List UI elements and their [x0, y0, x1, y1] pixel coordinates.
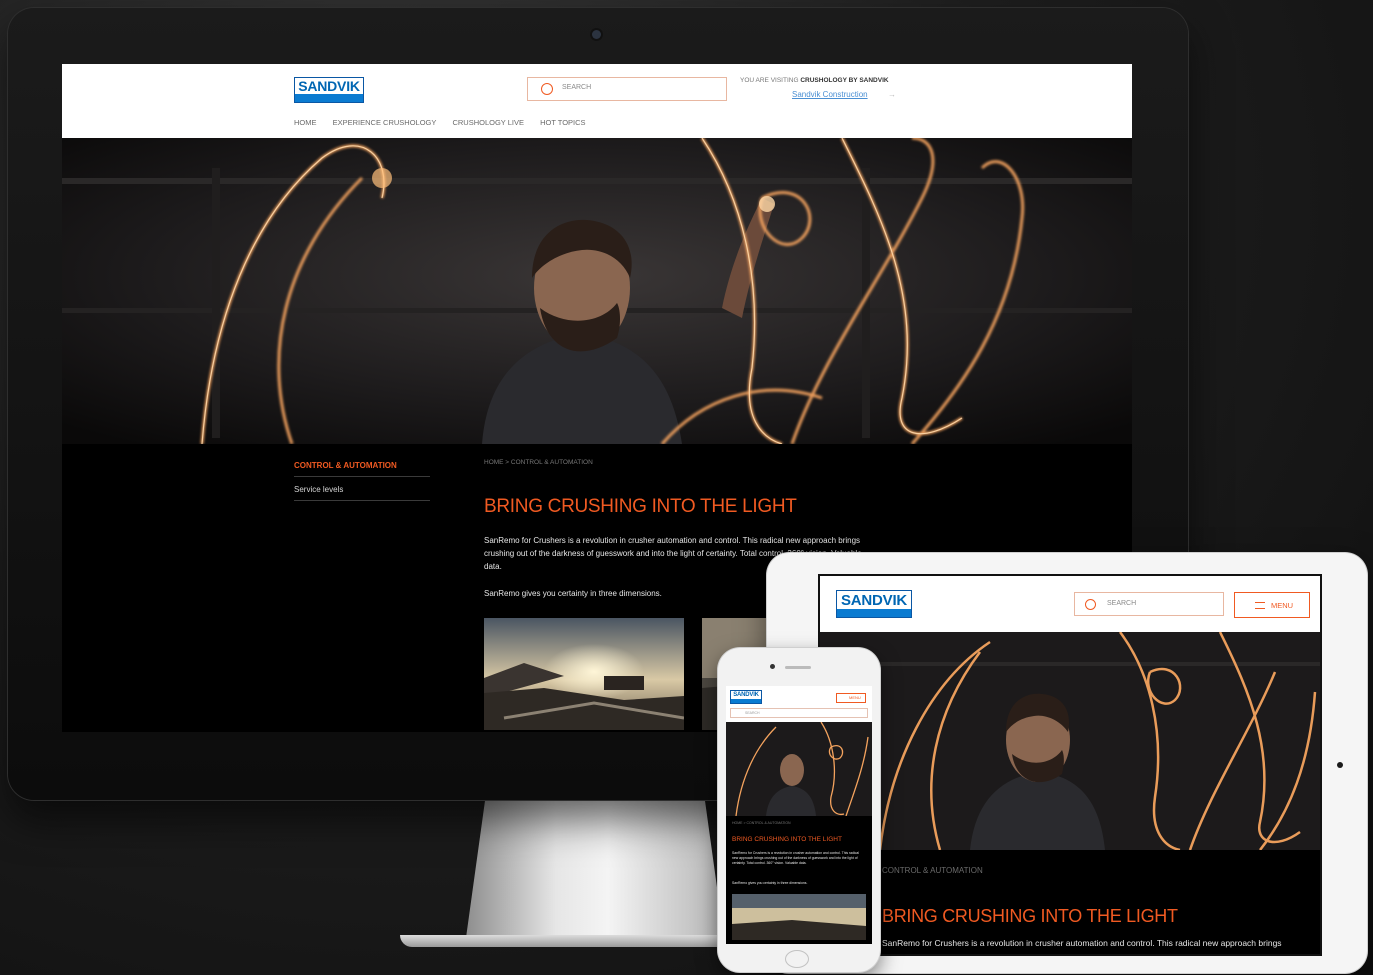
hero-light-painting: [62, 138, 1132, 444]
sandvik-logo[interactable]: SANDVIK: [730, 690, 762, 704]
logo-bar: [731, 699, 761, 703]
sandvik-logo[interactable]: SANDVIK: [294, 77, 364, 103]
camera-icon: [770, 664, 775, 669]
article-intro: SanRemo for Crushers is a revolution in …: [732, 851, 859, 865]
logo-bar: [295, 94, 363, 102]
sidebar-title[interactable]: CONTROL & AUTOMATION: [882, 866, 983, 875]
hero-light-painting: [726, 722, 872, 816]
search-icon: [1085, 599, 1096, 610]
sidebar-divider: [294, 500, 430, 501]
hero-image: [820, 632, 1320, 850]
search-input[interactable]: SEARCH: [730, 708, 868, 718]
sidebar-divider: [294, 476, 430, 477]
hero-image: [62, 138, 1132, 444]
menu-label: MENU: [1271, 601, 1294, 610]
nav-item-experience[interactable]: EXPERIENCE CRUSHOLOGY: [333, 118, 437, 127]
speaker-icon: [785, 666, 811, 669]
hamburger-icon: [1255, 602, 1265, 609]
visiting-site: CRUSHOLOGY BY SANDVIK: [800, 77, 889, 84]
visiting-prefix: YOU ARE VISITING: [740, 77, 799, 84]
quarry-image[interactable]: [484, 618, 684, 730]
nav-item-home[interactable]: HOME: [294, 118, 317, 127]
article-intro: SanRemo for Crushers is a revolution in …: [882, 938, 1282, 948]
home-button-icon: [1337, 762, 1343, 768]
menu-button[interactable]: MENU: [1234, 592, 1310, 618]
logo-bar: [837, 609, 911, 617]
menu-button[interactable]: MENU: [836, 693, 866, 703]
page-title: BRING CRUSHING INTO THE LIGHT: [882, 906, 1178, 926]
breadcrumb[interactable]: HOME > CONTROL & AUTOMATION: [732, 821, 791, 825]
quarry-image[interactable]: [732, 894, 866, 940]
page-title: BRING CRUSHING INTO THE LIGHT: [484, 496, 797, 517]
search-input[interactable]: SEARCH: [1074, 592, 1224, 616]
article-subline: SanRemo gives you certainty in three dim…: [732, 881, 808, 885]
camera-icon: [592, 30, 601, 39]
nav-item-hot-topics[interactable]: HOT TOPICS: [540, 118, 585, 127]
nav-item-live[interactable]: CRUSHOLOGY LIVE: [452, 118, 524, 127]
hero-light-painting: [820, 632, 1320, 850]
search-icon: [541, 83, 553, 95]
phone-screen: SANDVIK MENU SEARCH HOME > CONTROL & AUT…: [726, 686, 872, 944]
phone-header: SANDVIK MENU SEARCH: [726, 686, 872, 722]
sidebar-item-service-levels[interactable]: Service levels: [294, 485, 343, 494]
search-placeholder: SEARCH: [562, 84, 592, 91]
breadcrumb[interactable]: HOME > CONTROL & AUTOMATION: [484, 459, 593, 466]
tablet-header: SANDVIK SEARCH MENU: [820, 576, 1320, 632]
logo-text: SANDVIK: [298, 78, 360, 94]
imac-stand: [465, 795, 725, 945]
quarry-photo: [484, 618, 684, 730]
hero-image: [726, 722, 872, 816]
search-placeholder: SEARCH: [1107, 600, 1137, 607]
search-placeholder: SEARCH: [745, 711, 760, 715]
sandvik-logo[interactable]: SANDVIK: [836, 590, 912, 618]
site-link[interactable]: Sandvik Construction: [792, 90, 868, 99]
menu-label: MENU: [849, 695, 861, 700]
arrow-right-icon: →: [888, 90, 896, 99]
article-subline: SanRemo gives you certainty in three dim…: [484, 589, 662, 598]
quarry-photo: [732, 894, 866, 940]
page-title: BRING CRUSHING INTO THE LIGHT: [732, 836, 842, 843]
main-nav: HOME EXPERIENCE CRUSHOLOGY CRUSHOLOGY LI…: [294, 118, 600, 127]
sidebar-title[interactable]: CONTROL & AUTOMATION: [294, 461, 397, 470]
site-header: SANDVIK SEARCH YOU ARE VISITING CRUSHOLO…: [62, 64, 1132, 138]
logo-text: SANDVIK: [840, 592, 908, 609]
search-input[interactable]: SEARCH: [527, 77, 727, 101]
visiting-notice: YOU ARE VISITING CRUSHOLOGY BY SANDVIK: [740, 77, 889, 84]
home-button-icon: [785, 950, 809, 968]
tablet-screen: SANDVIK SEARCH MENU CONTROL & AUTOMATION…: [818, 574, 1322, 956]
